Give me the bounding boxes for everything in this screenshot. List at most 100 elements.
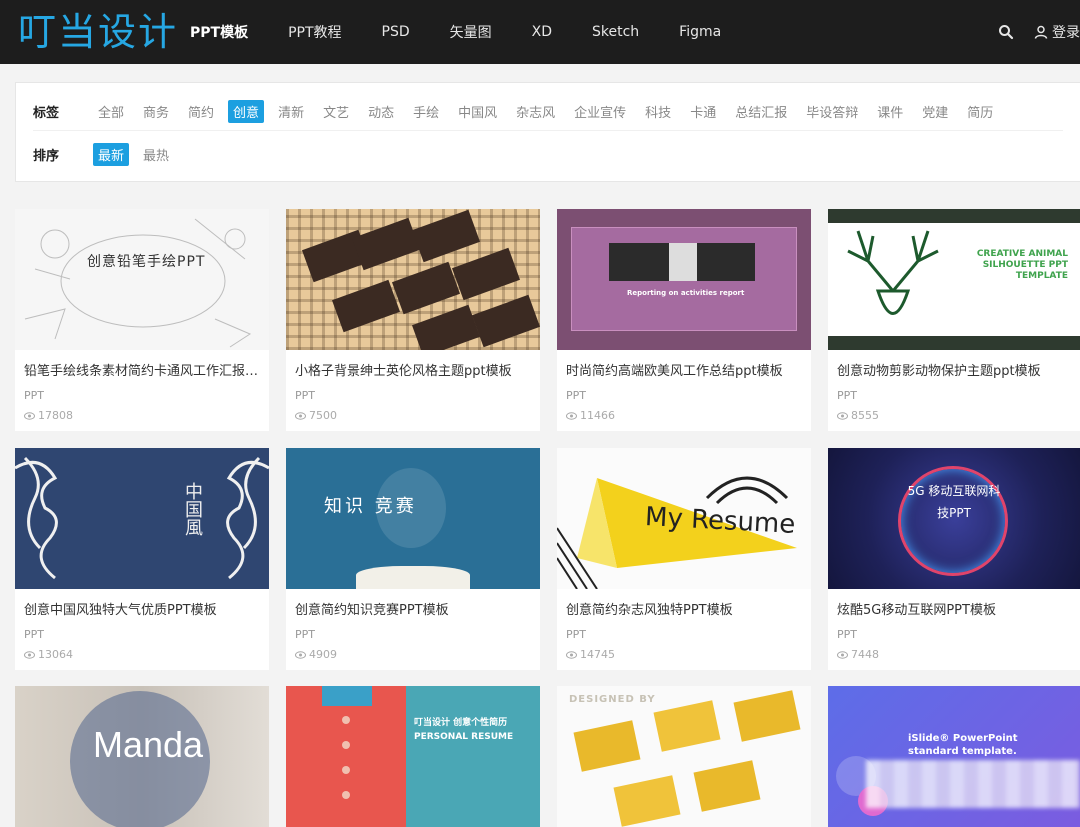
tag-chip[interactable]: 课件 [872,100,908,123]
tag-chip[interactable]: 科技 [640,100,676,123]
eye-icon [24,411,35,420]
nav-xd[interactable]: XD [528,24,556,40]
main-nav: PPT模板 PPT教程 PSD 矢量图 XD Sketch Figma [186,0,757,64]
card-views: 14745 [566,648,615,661]
thumb-title: CREATIVE ANIMAL SILHOUETTE PPT TEMPLATE [976,249,1068,281]
views-count: 4909 [309,648,337,661]
card-title[interactable]: 创意动物剪影动物保护主题ppt模板 [837,360,1075,379]
card-category: PPT [837,389,857,402]
eye-icon [295,650,306,659]
thumb-title: 叮当设计 创意个性简历 PERSONAL RESUME [414,718,514,742]
card-title[interactable]: 炫酷5G移动互联网PPT模板 [837,599,1075,618]
views-count: 8555 [851,409,879,422]
template-card[interactable]: Reporting on activities report 时尚简约高端欧美风… [557,209,811,431]
thumb-title: iSlide® PowerPoint standard template. [908,733,1018,757]
views-count: 17808 [38,409,73,422]
sort-chip-active[interactable]: 最新 [93,143,130,166]
thumb-title: Reporting on activities report [627,289,745,297]
card-title[interactable]: 时尚简约高端欧美风工作总结ppt模板 [566,360,804,379]
tag-chip[interactable]: 企业宣传 [569,100,631,123]
tag-filter-label: 标签 [33,106,60,121]
template-card[interactable]: My Resume 创意简约杂志风独特PPT模板 PPT 14745 [557,448,811,670]
tag-chip[interactable]: 清新 [273,100,309,123]
views-count: 7448 [851,648,879,661]
eye-icon [566,650,577,659]
tag-chip[interactable]: 动态 [363,100,399,123]
template-card[interactable]: 知识 竞赛 创意简约知识竞赛PPT模板 PPT 4909 [286,448,540,670]
tag-chip[interactable]: 总结汇报 [730,100,792,123]
nav-psd[interactable]: PSD [378,24,414,40]
template-thumbnail[interactable]: 叮当设计 创意个性简历 PERSONAL RESUME [286,686,540,827]
card-title[interactable]: 创意中国风独特大气优质PPT模板 [24,599,262,618]
tag-chip[interactable]: 简约 [183,100,219,123]
eye-icon [566,411,577,420]
card-title[interactable]: 铅笔手绘线条素材简约卡通风工作汇报PPT模板 [24,360,262,379]
tag-chip[interactable]: 杂志风 [511,100,560,123]
tag-chip[interactable]: 简历 [962,100,998,123]
tag-chip-active[interactable]: 创意 [228,100,265,123]
views-count: 14745 [580,648,615,661]
card-views: 13064 [24,648,73,661]
nav-figma[interactable]: Figma [675,24,725,40]
site-logo[interactable]: 叮当设计 [18,10,178,54]
sort-filter-row: 排序 最新 最热 [33,143,183,166]
card-category: PPT [295,628,315,641]
views-count: 13064 [38,648,73,661]
thumb-title: 知识 竞赛 [324,496,417,517]
eye-icon [24,650,35,659]
tag-chip[interactable]: 手绘 [408,100,444,123]
card-views: 8555 [837,409,879,422]
card-views: 17808 [24,409,73,422]
login-link[interactable]: 登录 [1052,22,1080,42]
template-card[interactable]: 5G 移动互联网科技PPT 炫酷5G移动互联网PPT模板 PPT 7448 [828,448,1080,670]
template-thumbnail[interactable]: CREATIVE ANIMAL SILHOUETTE PPT TEMPLATE [828,209,1080,350]
template-card[interactable]: DESIGNED BY [557,686,811,827]
card-category: PPT [566,389,586,402]
thumb-title: 5G 移动互联网科技PPT [907,484,1001,520]
card-title[interactable]: 小格子背景绅士英伦风格主题ppt模板 [295,360,533,379]
template-thumbnail[interactable]: Manda [15,686,269,827]
template-thumbnail[interactable]: 创意铅笔手绘PPT [15,209,269,350]
template-card[interactable]: 创意铅笔手绘PPT 铅笔手绘线条素材简约卡通风工作汇报PPT模板 PPT 178… [15,209,269,431]
tag-chip[interactable]: 毕设答辩 [801,100,863,123]
template-card[interactable]: 中国風 创意中国风独特大气优质PPT模板 PPT 13064 [15,448,269,670]
nav-sketch[interactable]: Sketch [588,24,643,40]
nav-ppt-templates[interactable]: PPT模板 [186,22,252,42]
template-thumbnail[interactable]: My Resume [557,448,811,589]
views-count: 11466 [580,409,615,422]
card-views: 7500 [295,409,337,422]
template-thumbnail[interactable] [286,209,540,350]
template-thumbnail[interactable]: 知识 竞赛 [286,448,540,589]
template-card[interactable]: 叮当设计 创意个性简历 PERSONAL RESUME [286,686,540,827]
search-icon[interactable] [998,24,1014,40]
eye-icon [837,650,848,659]
card-category: PPT [295,389,315,402]
user-icon[interactable] [1034,25,1048,39]
filter-panel: 标签 全部 商务 简约 创意 清新 文艺 动态 手绘 中国风 杂志风 企业宣传 … [15,82,1080,182]
card-views: 11466 [566,409,615,422]
template-thumbnail[interactable]: 中国風 [15,448,269,589]
nav-vector[interactable]: 矢量图 [446,22,496,42]
card-views: 4909 [295,648,337,661]
template-thumbnail[interactable]: 5G 移动互联网科技PPT [828,448,1080,589]
sort-chip[interactable]: 最热 [138,143,174,166]
card-title[interactable]: 创意简约知识竞赛PPT模板 [295,599,533,618]
nav-ppt-tutorials[interactable]: PPT教程 [284,22,345,42]
card-title[interactable]: 创意简约杂志风独特PPT模板 [566,599,804,618]
template-card[interactable]: 小格子背景绅士英伦风格主题ppt模板 PPT 7500 [286,209,540,431]
blurred-overlay [866,760,1080,808]
template-thumbnail[interactable]: Reporting on activities report [557,209,811,350]
eye-icon [837,411,848,420]
filter-divider [33,130,1063,131]
template-card[interactable]: CREATIVE ANIMAL SILHOUETTE PPT TEMPLATE … [828,209,1080,431]
card-views: 7448 [837,648,879,661]
tag-chip[interactable]: 卡通 [685,100,721,123]
template-thumbnail[interactable]: DESIGNED BY [557,686,811,827]
tag-chip[interactable]: 中国风 [453,100,502,123]
tag-chip[interactable]: 商务 [138,100,174,123]
template-card[interactable]: Manda [15,686,269,827]
tag-chip[interactable]: 文艺 [318,100,354,123]
sort-filter-label: 排序 [33,149,60,164]
tag-chip[interactable]: 全部 [93,100,129,123]
tag-chip[interactable]: 党建 [917,100,953,123]
